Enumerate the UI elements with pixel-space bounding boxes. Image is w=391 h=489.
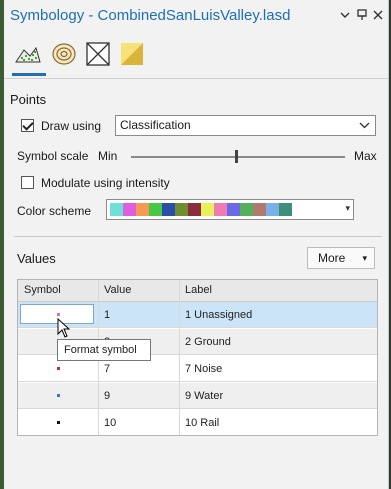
column-header-label[interactable]: Label xyxy=(185,284,212,296)
symbol-scale-slider[interactable] xyxy=(131,156,345,158)
format-symbol-tooltip: Format symbol xyxy=(57,339,151,361)
color-swatch xyxy=(136,203,149,216)
contour-icon xyxy=(52,43,76,65)
more-button[interactable]: More ▾ xyxy=(307,247,375,269)
color-swatch xyxy=(266,203,279,216)
label-cell[interactable]: 9 Water xyxy=(185,390,223,402)
surface-icon xyxy=(121,43,143,65)
points-tab[interactable] xyxy=(14,40,42,70)
label-cell[interactable]: 1 Unassigned xyxy=(185,309,252,321)
column-header-value[interactable]: Value xyxy=(104,284,131,296)
value-cell: 1 xyxy=(104,309,111,321)
value-cell: 7 xyxy=(104,363,111,375)
color-swatch xyxy=(227,203,240,216)
table-row[interactable]: 10 10 Rail xyxy=(18,410,377,435)
mouse-cursor-icon xyxy=(57,317,71,338)
pin-icon[interactable] xyxy=(355,8,369,22)
modulate-intensity-checkbox[interactable] xyxy=(21,176,34,189)
color-swatch xyxy=(110,203,123,216)
draw-using-select[interactable]: Classification xyxy=(115,115,376,136)
value-cell: 10 xyxy=(104,417,117,429)
draw-using-value: Classification xyxy=(120,118,191,132)
color-swatch xyxy=(253,203,266,216)
chevron-down-icon xyxy=(359,116,370,142)
column-separator xyxy=(179,280,180,435)
symbol-scale-min-label: Min xyxy=(98,149,118,163)
draw-using-checkbox[interactable] xyxy=(21,119,34,132)
values-heading: Values xyxy=(17,251,56,266)
label-cell[interactable]: 7 Noise xyxy=(185,363,222,375)
color-swatch xyxy=(149,203,162,216)
color-swatch xyxy=(201,203,214,216)
symbol-scale-slider-thumb[interactable] xyxy=(235,150,238,163)
modulate-intensity-label: Modulate using intensity xyxy=(41,176,170,190)
points-heading: Points xyxy=(10,92,47,107)
symbology-pane: Symbology - CombinedSanLuisValley.lasd P… xyxy=(4,0,389,489)
color-swatch xyxy=(123,203,136,216)
label-cell[interactable]: 10 Rail xyxy=(185,417,219,429)
point-symbol-icon[interactable] xyxy=(57,313,60,316)
color-swatch xyxy=(175,203,188,216)
column-header-symbol[interactable]: Symbol xyxy=(24,284,61,296)
close-icon[interactable] xyxy=(371,8,385,22)
draw-using-label: Draw using xyxy=(41,119,102,133)
section-divider xyxy=(14,236,382,237)
tabs-divider xyxy=(4,78,388,79)
caret-down-icon: ▾ xyxy=(345,203,350,213)
contours-tab[interactable] xyxy=(50,40,78,70)
label-cell[interactable]: 2 Ground xyxy=(185,336,231,348)
color-swatch xyxy=(162,203,175,216)
triangle-mesh-icon xyxy=(86,42,110,66)
active-tab-indicator xyxy=(12,73,46,76)
pane-scrollbar[interactable] xyxy=(386,80,388,489)
symbol-scale-label: Symbol scale xyxy=(17,149,89,163)
color-scheme-swatches xyxy=(110,203,292,216)
color-swatch xyxy=(240,203,253,216)
caret-down-icon: ▾ xyxy=(362,253,367,263)
surface-tab[interactable] xyxy=(118,40,146,70)
color-scheme-picker[interactable]: ▾ xyxy=(106,199,354,220)
color-swatch xyxy=(279,203,292,216)
point-symbol-icon[interactable] xyxy=(57,394,60,397)
triangles-tab[interactable] xyxy=(84,40,112,70)
values-table-header: Symbol Value Label xyxy=(18,280,377,302)
chevron-down-icon[interactable] xyxy=(338,8,352,22)
more-button-label: More xyxy=(318,251,346,265)
symbol-scale-max-label: Max xyxy=(354,149,377,163)
point-symbol-icon[interactable] xyxy=(57,367,60,370)
value-cell: 9 xyxy=(104,390,111,402)
pane-title-bar: Symbology - CombinedSanLuisValley.lasd xyxy=(4,0,388,32)
table-row[interactable]: 9 9 Water xyxy=(18,383,377,409)
color-swatch xyxy=(214,203,227,216)
color-scheme-label: Color scheme xyxy=(17,204,92,218)
pane-title: Symbology - CombinedSanLuisValley.lasd xyxy=(10,7,291,24)
point-cloud-icon xyxy=(15,46,41,63)
table-row[interactable]: 1 1 Unassigned xyxy=(18,302,377,328)
point-symbol-icon[interactable] xyxy=(57,421,60,424)
color-swatch xyxy=(188,203,201,216)
